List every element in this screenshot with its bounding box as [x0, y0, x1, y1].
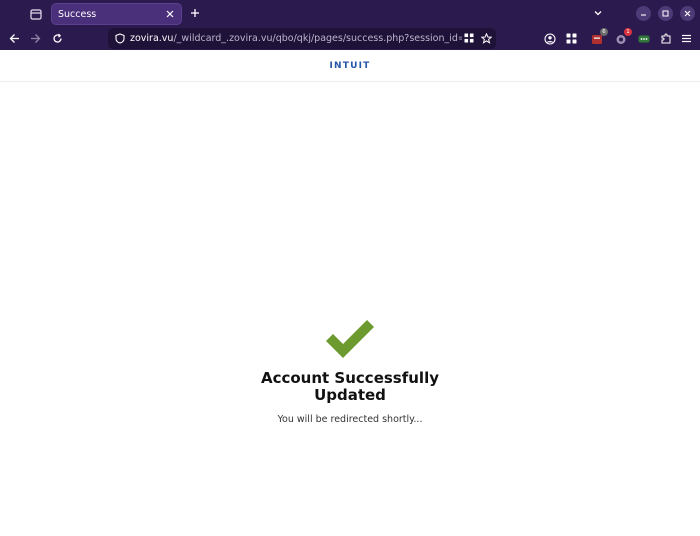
- page-header: INTUIT: [0, 50, 700, 82]
- checkmark-icon: [326, 320, 374, 358]
- plus-icon: [191, 9, 199, 17]
- reload-icon: [53, 33, 62, 43]
- maximize-icon: [662, 10, 669, 17]
- window-close-button[interactable]: [680, 6, 695, 21]
- account-icon: [543, 32, 556, 45]
- success-panel: Account Successfully Updated You will be…: [0, 320, 700, 425]
- qr-code-button[interactable]: [462, 31, 476, 45]
- address-bar[interactable]: zovira.vu/_wildcard_.zovira.vu/qbo/qkj/p…: [108, 28, 496, 49]
- extension-icon: [638, 35, 649, 42]
- tab-overview-icon: [30, 9, 42, 20]
- intuit-logo: INTUIT: [329, 60, 371, 71]
- shield-icon: [115, 32, 125, 44]
- maximize-button[interactable]: [658, 6, 673, 21]
- tab-strip: Success: [0, 0, 700, 27]
- tab-title: Success: [58, 8, 97, 20]
- bookmark-button[interactable]: [479, 31, 493, 45]
- reload-button[interactable]: [49, 30, 66, 47]
- close-icon: [166, 10, 174, 18]
- extension-button-1[interactable]: 6: [588, 28, 608, 47]
- minimize-button[interactable]: [636, 6, 651, 21]
- app-menu-button[interactable]: [678, 30, 695, 47]
- url-domain: zovira.vu: [130, 33, 174, 44]
- site-info-button[interactable]: [113, 31, 127, 45]
- close-icon: [684, 10, 691, 17]
- extension-button-3[interactable]: [635, 30, 652, 47]
- extension-badge-1: 6: [600, 28, 608, 36]
- apps-icon: [566, 33, 577, 44]
- chevron-down-icon: [594, 11, 602, 16]
- extensions-button[interactable]: [657, 30, 674, 47]
- url-text[interactable]: zovira.vu/_wildcard_.zovira.vu/qbo/qkj/p…: [130, 28, 462, 49]
- url-path: /_wildcard_.zovira.vu/qbo/qkj/pages/succ…: [173, 33, 462, 44]
- forward-button[interactable]: [27, 30, 44, 47]
- success-heading: Account Successfully Updated: [260, 369, 439, 404]
- back-button[interactable]: [6, 30, 23, 47]
- extension-badge-2: 1: [624, 28, 632, 36]
- redirect-message: You will be redirected shortly...: [277, 414, 423, 425]
- tab-overview-button[interactable]: [26, 4, 46, 24]
- account-button[interactable]: [541, 30, 558, 47]
- arrow-left-icon: [9, 34, 19, 43]
- extension-button-2[interactable]: 1: [612, 28, 632, 47]
- list-all-tabs-button[interactable]: [590, 5, 606, 21]
- extensions-grid-button[interactable]: [563, 30, 580, 47]
- tab-success[interactable]: Success: [51, 3, 182, 25]
- navigation-toolbar: zovira.vu/_wildcard_.zovira.vu/qbo/qkj/p…: [0, 27, 700, 50]
- tab-close-button[interactable]: [163, 7, 177, 21]
- star-icon: [480, 32, 492, 44]
- arrow-right-icon: [31, 34, 41, 43]
- grid-icon: [464, 33, 474, 43]
- new-tab-button[interactable]: [187, 5, 203, 21]
- puzzle-icon: [661, 33, 670, 43]
- hamburger-menu-icon: [682, 34, 691, 43]
- minimize-icon: [641, 14, 646, 16]
